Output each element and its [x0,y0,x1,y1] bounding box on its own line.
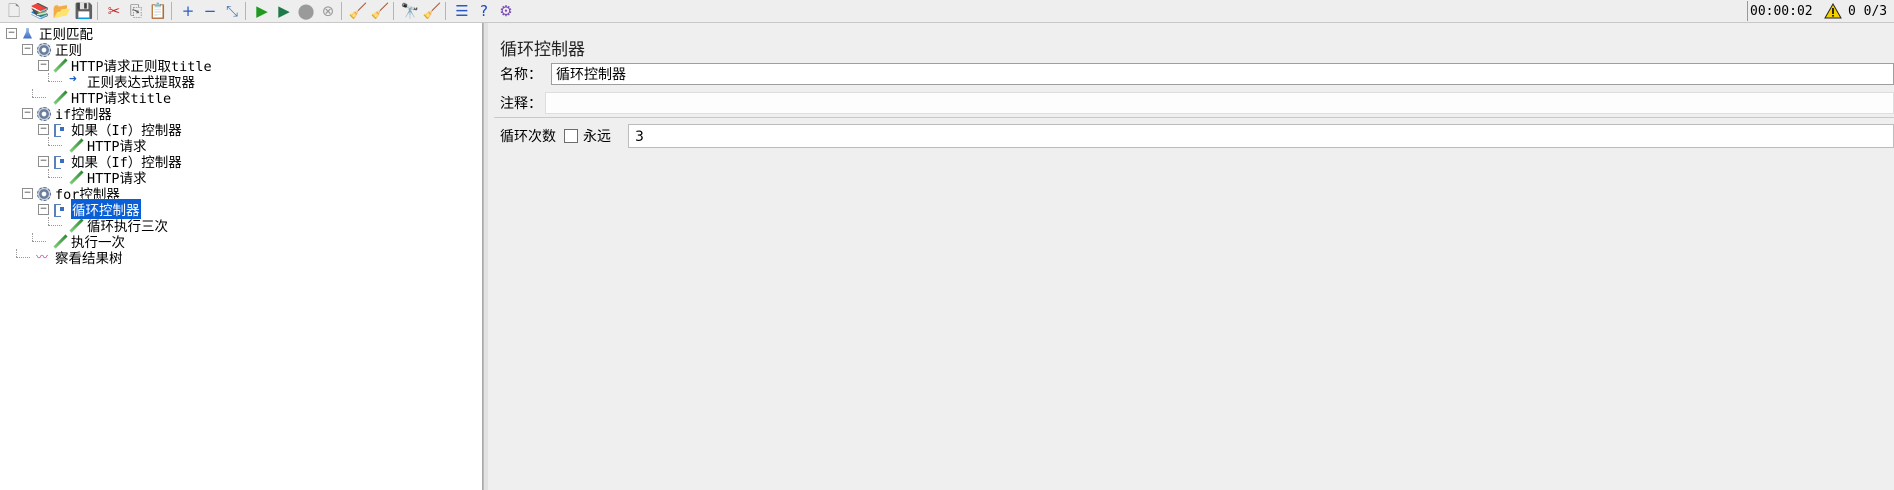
forever-label[interactable]: 永远 [583,126,611,146]
tree-connector [48,169,49,177]
remote-icon[interactable]: ⚙ [496,1,516,21]
stop-icon[interactable]: ⬤ [296,1,316,21]
new-icon[interactable]: 🗋 [4,1,24,21]
separator [494,117,1894,118]
tree-expander[interactable]: − [6,28,17,39]
tree-expander[interactable]: − [38,204,49,215]
start-icon[interactable]: ▶ [252,1,272,21]
loop-count-row: 循环次数 永远 [500,125,611,147]
cut-icon[interactable]: ✂ [104,1,124,21]
gear-icon [36,186,52,201]
loop-controller-panel: 循环控制器 名称： 循环控制器 注释： 循环次数 永远 3 [488,23,1894,490]
shutdown-icon[interactable]: ⊗ [318,1,338,21]
tree-expander[interactable]: − [38,60,49,71]
toggle-icon[interactable]: ⤡ [222,1,242,21]
name-row: 名称： [500,64,552,84]
loop-count-label: 循环次数 [500,129,556,145]
tree-connector [48,225,62,226]
toolbar-separator [171,2,172,20]
warning-icon[interactable] [1824,1,1842,21]
copy-icon[interactable]: ⎘ [126,1,146,21]
pen-icon [52,58,68,73]
templates-icon[interactable]: 📚 [30,1,50,21]
toolbar-separator [97,2,98,20]
tree-expander[interactable]: − [38,124,49,135]
gear-icon [36,106,52,121]
save-icon[interactable]: 💾 [74,1,94,21]
tree-expander[interactable]: − [38,156,49,167]
thread-count: 0 0/3 [1848,3,1888,19]
toolbar-separator [245,2,246,20]
reset-search-icon[interactable]: 🧹 [422,1,442,21]
tree-connector [16,257,30,258]
help-icon[interactable]: ? [474,1,494,21]
tree-connector [48,217,49,225]
elapsed-timer: 00:00:02 [1747,1,1813,21]
clear-all-icon[interactable]: 🧹 [370,1,390,21]
toolbar-separator [393,2,394,20]
ctrl-icon [52,202,68,217]
tree-node-label: 察看结果树 [55,251,123,267]
clear-icon[interactable]: 🧹 [348,1,368,21]
comment-input[interactable] [545,92,1894,114]
ctrl-icon [52,122,68,137]
tree-connector [32,97,46,98]
tree-connector [16,249,17,257]
loop-count-input[interactable]: 3 [628,124,1894,148]
collapse-icon[interactable]: − [200,1,220,21]
tree-expander[interactable]: − [22,108,33,119]
tree-connector [32,89,33,97]
tree-connector [48,81,62,82]
gear-icon [36,42,52,57]
expand-icon[interactable]: + [178,1,198,21]
ctrl-icon [52,154,68,169]
toolbar-separator [341,2,342,20]
tree-connector [48,73,49,81]
tree-expander[interactable]: − [22,44,33,55]
name-label: 名称： [500,67,542,83]
search-icon[interactable]: 🔭 [400,1,420,21]
toolbar: 🗋 📚 📂 💾 ✂ ⎘ 📋 + − ⤡ ▶ ▶ ⬤ ⊗ 🧹 🧹 🔭 🧹 ☰? ⚙ 00:00:02 0 0/3 [0,0,1894,23]
paste-icon[interactable]: 📋 [148,1,168,21]
name-input[interactable]: 循环控制器 [551,63,1894,85]
panel-title: 循环控制器 [500,40,585,60]
function-helper-icon[interactable]: ☰ [452,1,472,21]
test-plan-tree[interactable]: −正则匹配−正则−HTTP请求正则取title正则表达式提取器HTTP请求tit… [0,23,483,490]
tree-node[interactable]: 察看结果树 [36,248,123,268]
flask-icon [20,26,36,41]
forever-checkbox[interactable] [564,129,578,143]
tree-connector [48,177,62,178]
start-no-pauses-icon[interactable]: ▶ [274,1,294,21]
toolbar-separator [445,2,446,20]
tree-connector [48,137,49,145]
tree-connector [48,145,62,146]
tree-expander[interactable]: − [22,188,33,199]
tree-connector [32,241,46,242]
open-icon[interactable]: 📂 [52,1,72,21]
graph-icon [36,248,52,265]
tree-connector [32,233,33,241]
